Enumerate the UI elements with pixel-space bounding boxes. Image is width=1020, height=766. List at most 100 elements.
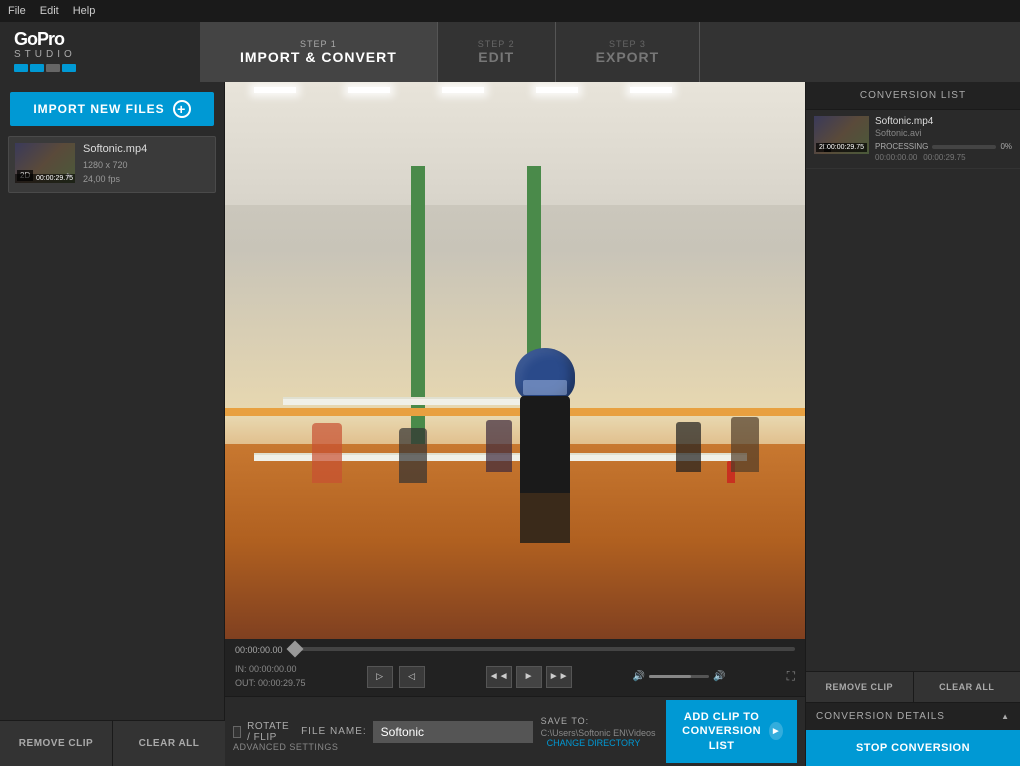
file-name-section: FILE NAME:: [301, 721, 533, 743]
save-to-section: SAVE TO: C:\Users\Softonic EN\Videos CHA…: [541, 716, 658, 748]
scene-person-bg-1: [312, 423, 342, 483]
plus-icon: +: [173, 100, 191, 118]
file-name-input[interactable]: [373, 721, 533, 743]
scene-ceiling-lights: [254, 87, 776, 93]
mark-in-button[interactable]: ▷: [367, 666, 393, 688]
in-out-info: IN: 00:00:00.00 OUT: 00:00:29.75: [235, 663, 306, 690]
right-clear-all-button[interactable]: CLEAR ALL: [914, 672, 1020, 702]
playback-buttons: ◄◄ ► ►►: [486, 666, 572, 688]
conversion-list-header: CONVERSION LIST: [806, 82, 1020, 110]
scene-body: [520, 396, 570, 496]
scene-person-bg-2: [399, 428, 427, 483]
play-button[interactable]: ►: [516, 666, 542, 688]
steps-header: STEP 1 IMPORT & CONVERT STEP 2 EDIT STEP…: [200, 22, 1020, 82]
menu-edit[interactable]: Edit: [40, 5, 59, 17]
stop-conversion-button[interactable]: STOP CONVERSION: [806, 730, 1020, 766]
file-thumbnail: 2D ▶ 00:00:29.75: [15, 143, 75, 183]
sidebar-spacer: [0, 199, 224, 766]
volume-icon: 🔊: [633, 671, 645, 682]
video-player: [225, 82, 805, 639]
step-2-label: EDIT: [478, 49, 514, 65]
fullscreen-button[interactable]: ⛶: [787, 669, 795, 684]
sidebar-footer: REMOVE CLIP CLEAR ALL: [0, 720, 225, 766]
remove-clip-button[interactable]: REMOVE CLIP: [0, 721, 113, 766]
rewind-button[interactable]: ◄◄: [486, 666, 512, 688]
playback-controls-row: IN: 00:00:00.00 OUT: 00:00:29.75 ▷ ◁ ◄◄ …: [235, 663, 795, 690]
menu-bar: File Edit Help: [8, 5, 95, 17]
change-directory-button[interactable]: CHANGE DIRECTORY: [547, 738, 641, 748]
right-panel-spacer: [806, 169, 1020, 671]
conversion-details-toggle[interactable]: CONVERSION DETAILS ▲: [806, 702, 1020, 730]
logo-studio: STUDIO: [14, 49, 94, 60]
conv-progress-pct: 0%: [1000, 142, 1012, 151]
menu-help[interactable]: Help: [73, 5, 96, 17]
title-bar: File Edit Help: [0, 0, 1020, 22]
list-item[interactable]: 2D ▶ 00:00:29.75 Softonic.mp4 1280 x 720…: [8, 136, 216, 193]
in-point-display: IN: 00:00:00.00: [235, 663, 306, 677]
ceiling-light-3: [442, 87, 484, 93]
timeline-bar[interactable]: [289, 647, 795, 651]
conversion-details-label: CONVERSION DETAILS: [816, 711, 945, 722]
center-area: 00:00:00.00 IN: 00:00:00.00 OUT: 00:00:2…: [225, 82, 805, 766]
volume-fill: [649, 675, 691, 678]
step-3-label: EXPORT: [596, 49, 660, 65]
conv-progress-row: PROCESSING 0%: [875, 142, 1012, 151]
file-fps: 24,00 fps: [83, 173, 209, 187]
step-1-label: IMPORT & CONVERT: [240, 49, 397, 65]
save-to-label: SAVE TO:: [541, 716, 658, 726]
step-3-tab[interactable]: STEP 3 EXPORT: [556, 22, 701, 82]
volume-slider[interactable]: [649, 675, 709, 678]
conv-time-elapsed: 00:00:00.00: [875, 153, 917, 162]
scene-desk-1: [254, 453, 486, 461]
current-time-display: 00:00:00.00: [235, 645, 283, 655]
save-to-path: C:\Users\Softonic EN\Videos: [541, 728, 656, 738]
bottom-bar: ROTATE / FLIP FILE NAME: SAVE TO: C:\Use…: [225, 696, 805, 766]
logo-dot-3: [46, 64, 60, 72]
menu-file[interactable]: File: [8, 5, 26, 17]
step-3-num: STEP 3: [609, 39, 646, 49]
conv-time-total: 00:00:29.75: [923, 153, 965, 162]
logo-dot-2: [30, 64, 44, 72]
video-controls: 00:00:00.00 IN: 00:00:00.00 OUT: 00:00:2…: [225, 639, 805, 696]
right-panel: CONVERSION LIST 2D 00:00:29.75 Softonic.…: [805, 82, 1020, 766]
conversion-list-item[interactable]: 2D 00:00:29.75 Softonic.mp4 Softonic.avi…: [806, 110, 1020, 169]
import-new-files-button[interactable]: IMPORT NEW FILES +: [10, 92, 214, 126]
ceiling-light-2: [348, 87, 390, 93]
right-remove-clip-button[interactable]: REMOVE CLIP: [806, 672, 914, 702]
video-frame: [225, 82, 805, 639]
scene-legs: [520, 493, 570, 543]
timeline-handle[interactable]: [286, 641, 303, 658]
scene-person-bg-5: [486, 420, 512, 472]
step-2-tab[interactable]: STEP 2 EDIT: [438, 22, 556, 82]
conv-thumb-duration: 00:00:29.75: [824, 143, 867, 152]
trim-btns-group: ▷ ◁: [367, 666, 425, 688]
add-clip-arrow-icon: ►: [769, 722, 783, 740]
main-area: IMPORT NEW FILES + 2D ▶ 00:00:29.75 Soft…: [0, 82, 1020, 766]
conversion-thumbnail: 2D 00:00:29.75: [814, 116, 869, 154]
scene-person-helmet: [505, 348, 585, 528]
file-name-static-label: FILE NAME:: [301, 726, 367, 737]
right-panel-action-buttons: REMOVE CLIP CLEAR ALL: [806, 671, 1020, 702]
scene-person-bg-4: [731, 417, 759, 472]
ceiling-light-5: [630, 87, 672, 93]
chevron-up-icon: ▲: [1001, 712, 1010, 721]
step-1-tab[interactable]: STEP 1 IMPORT & CONVERT: [200, 22, 438, 82]
ceiling-light-4: [536, 87, 578, 93]
conv-times: 00:00:00.00 00:00:29.75: [875, 153, 1012, 162]
mark-out-button[interactable]: ◁: [399, 666, 425, 688]
logo-dot-1: [14, 64, 28, 72]
conv-file-name: Softonic.mp4: [875, 116, 1012, 127]
import-btn-label: IMPORT NEW FILES: [33, 102, 164, 116]
volume-control: 🔊 🔊: [633, 671, 726, 682]
clear-all-button[interactable]: CLEAR ALL: [113, 721, 225, 766]
add-clip-to-conversion-list-button[interactable]: ADD CLIP TO CONVERSION LIST ►: [666, 700, 797, 763]
advanced-settings-button[interactable]: ADVANCED SETTINGS: [233, 742, 338, 752]
fast-forward-button[interactable]: ►►: [546, 666, 572, 688]
add-clip-label: ADD CLIP TO CONVERSION LIST: [680, 710, 763, 753]
rotate-flip-checkbox[interactable]: [233, 726, 241, 738]
file-resolution: 1280 x 720: [83, 159, 209, 173]
step-1-num: STEP 1: [300, 39, 337, 49]
file-name-label: Softonic.mp4: [83, 143, 209, 155]
scene-helmet: [515, 348, 575, 403]
logo-gopro: GoPro: [14, 30, 94, 48]
